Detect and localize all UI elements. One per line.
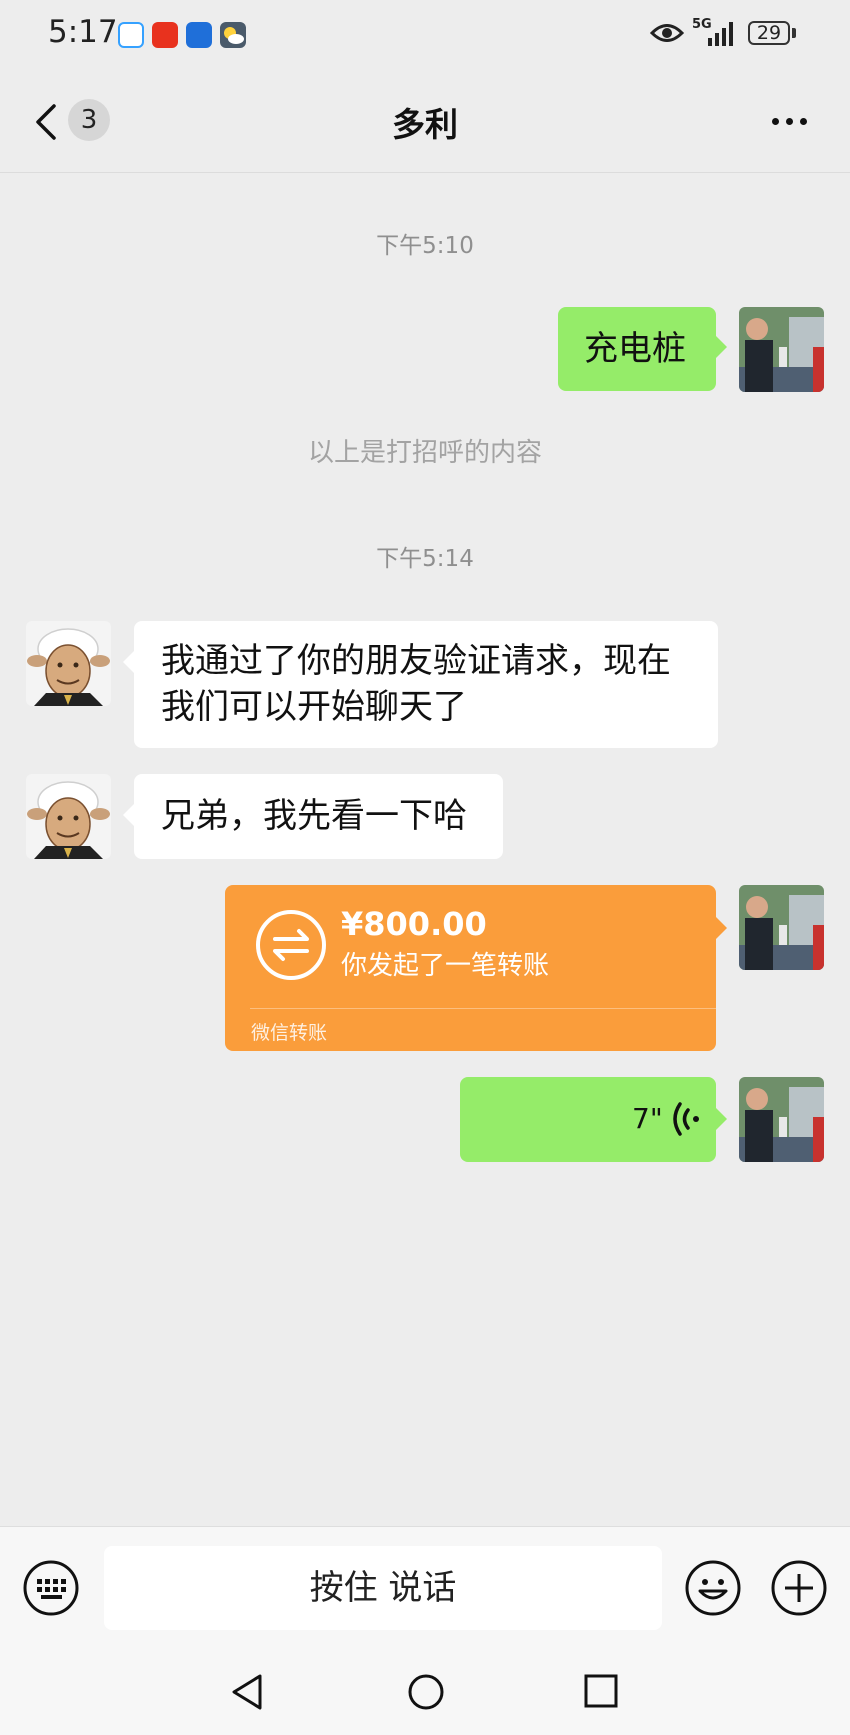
chat-title: 多利	[392, 105, 458, 144]
transfer-description: 你发起了一笔转账	[341, 951, 550, 981]
battery-level: 29	[748, 21, 790, 45]
message-bubble-received[interactable]: 我通过了你的朋友验证请求，现在我们可以开始聊天了	[134, 621, 718, 748]
keyboard-icon[interactable]	[22, 1559, 80, 1621]
transfer-card[interactable]: ¥800.00 你发起了一笔转账 微信转账	[225, 885, 716, 1051]
plus-icon[interactable]	[770, 1559, 828, 1621]
status-time: 5:17	[48, 14, 118, 50]
hold-to-talk-button[interactable]: 按住 说话	[104, 1546, 662, 1630]
more-dots-icon[interactable]	[772, 118, 812, 126]
transfer-arrows-icon	[255, 909, 327, 985]
contact-avatar[interactable]	[26, 774, 111, 859]
emoji-icon[interactable]	[684, 1559, 742, 1621]
bubble-tail	[123, 651, 134, 673]
bubble-tail	[123, 804, 134, 826]
traffic-app-icon	[186, 22, 212, 48]
eye-icon	[649, 20, 685, 50]
voice-duration: 7"	[632, 1102, 663, 1135]
weather-icon	[220, 22, 246, 48]
my-avatar[interactable]	[739, 307, 824, 392]
input-bar: 按住 说话	[0, 1526, 850, 1632]
home-circle-icon[interactable]	[407, 1673, 445, 1715]
voice-wave-icon	[672, 1101, 702, 1149]
my-avatar[interactable]	[739, 1077, 824, 1162]
timestamp: 下午5:14	[376, 546, 474, 572]
my-avatar[interactable]	[739, 885, 824, 970]
bubble-tail	[716, 336, 727, 358]
greeting-hint: 以上是打招呼的内容	[307, 438, 542, 468]
recents-square-icon[interactable]	[584, 1674, 618, 1712]
system-navigation-bar	[0, 1631, 850, 1735]
bubble-tail	[716, 917, 727, 939]
message-bubble-received[interactable]: 兄弟，我先看一下哈	[134, 774, 503, 859]
voice-message[interactable]: 7"	[460, 1077, 716, 1162]
chat-header: 3 多利	[0, 72, 850, 173]
transfer-source: 微信转账	[251, 1022, 328, 1044]
bubble-tail	[716, 1108, 727, 1130]
back-triangle-icon[interactable]	[230, 1673, 264, 1715]
status-bar: 5:17 5G 29	[0, 0, 850, 72]
signal-icon	[708, 22, 738, 50]
contact-avatar[interactable]	[26, 621, 111, 706]
transfer-amount: ¥800.00	[341, 905, 487, 943]
timestamp: 下午5:10	[376, 233, 474, 259]
browser-icon	[118, 22, 144, 48]
shopping-app-icon	[152, 22, 178, 48]
divider	[250, 1008, 716, 1009]
message-bubble-sent[interactable]: 充电桩	[558, 307, 716, 391]
battery-icon	[792, 28, 796, 38]
